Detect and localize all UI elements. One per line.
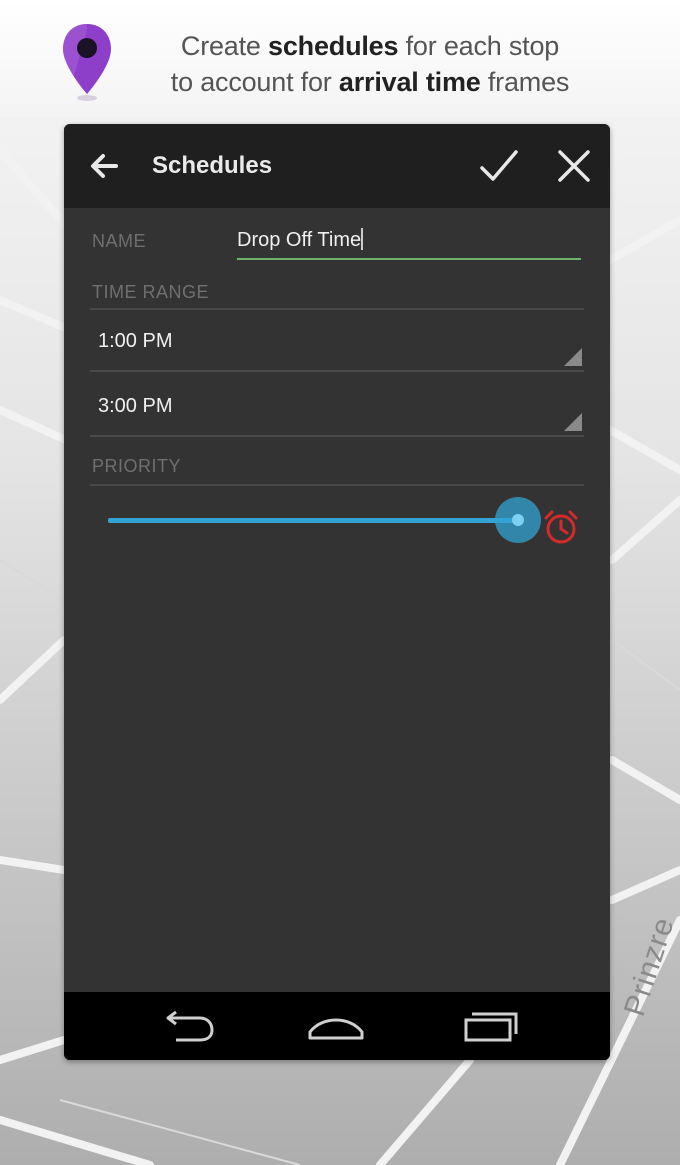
back-arrow-icon[interactable] xyxy=(86,148,122,184)
promo-header: Create schedules for each stop to accoun… xyxy=(0,0,680,118)
close-icon[interactable] xyxy=(554,146,594,186)
text-caret xyxy=(361,228,364,250)
system-nav-bar xyxy=(64,992,610,1060)
spinner-corner-icon xyxy=(564,348,582,366)
phone-screen: Schedules NAME Drop Off Time TIME RANGE … xyxy=(64,124,610,1060)
priority-slider-thumb[interactable] xyxy=(495,497,541,543)
priority-divider xyxy=(90,484,584,486)
name-value: Drop Off Time xyxy=(237,229,362,251)
name-field[interactable]: Drop Off Time xyxy=(237,224,581,260)
location-pin-icon xyxy=(63,24,111,101)
action-bar: Schedules xyxy=(64,124,610,208)
nav-recents-icon[interactable] xyxy=(458,1004,522,1048)
checkmark-icon[interactable] xyxy=(478,146,520,186)
end-time-spinner[interactable]: 3:00 PM xyxy=(90,381,584,437)
time-range-label: TIME RANGE xyxy=(92,282,210,302)
end-time-value: 3:00 PM xyxy=(98,395,173,417)
screen-title: Schedules xyxy=(152,152,273,179)
spinner-corner-icon xyxy=(564,413,582,431)
nav-back-icon[interactable] xyxy=(156,1004,220,1048)
alarm-clock-icon[interactable] xyxy=(542,508,580,546)
nav-home-icon[interactable] xyxy=(304,1004,368,1048)
time-range-divider xyxy=(90,308,584,310)
priority-slider-track[interactable] xyxy=(108,518,518,523)
start-time-value: 1:00 PM xyxy=(98,330,173,352)
priority-label: PRIORITY xyxy=(92,456,182,476)
start-time-spinner[interactable]: 1:00 PM xyxy=(90,316,584,372)
name-label: NAME xyxy=(92,231,147,251)
promo-headline: Create schedules for each stop to accoun… xyxy=(170,31,570,97)
